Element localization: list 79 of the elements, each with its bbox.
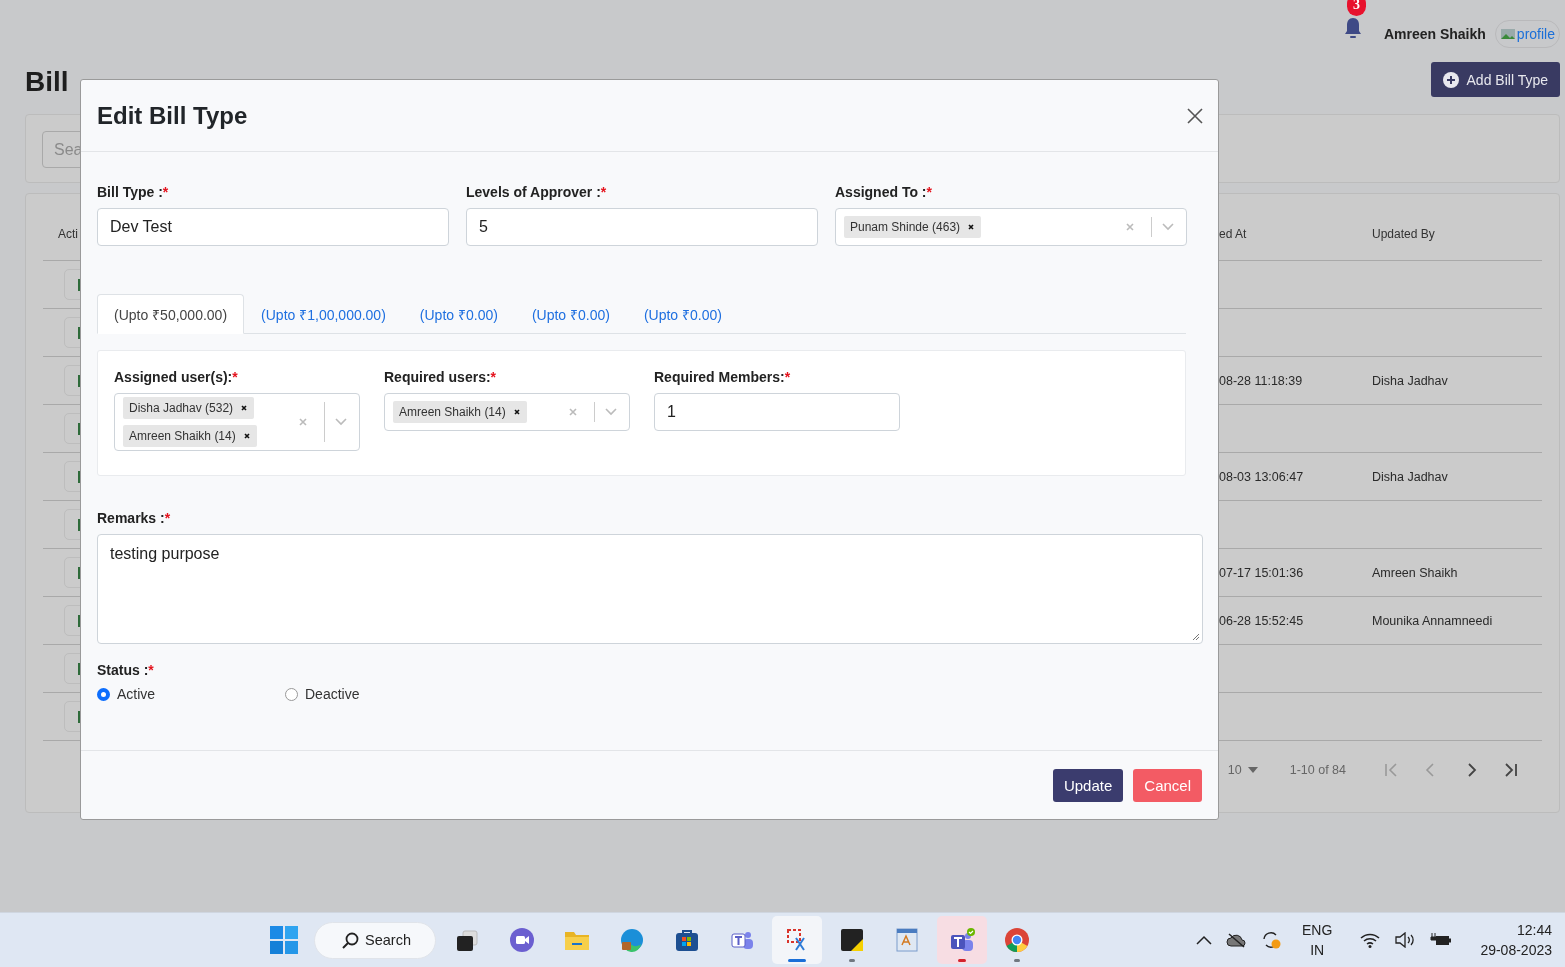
caret-down-icon <box>1247 767 1258 773</box>
field-label: Bill Type :* <box>97 184 170 200</box>
region-code: IN <box>1310 941 1325 960</box>
close-icon <box>1187 107 1203 124</box>
sticky-note-icon <box>839 927 865 953</box>
multi-select[interactable]: Disha Jadhav (532) Amreen Shaikh (14) <box>114 393 360 451</box>
input-field[interactable]: Dev Test <box>97 208 449 246</box>
add-bill-type-button[interactable]: Add Bill Type <box>1430 62 1560 97</box>
radio-label: Deactive <box>305 686 360 702</box>
table-cell: Disha Jadhav <box>1372 373 1448 388</box>
document-icon <box>894 927 920 953</box>
notification-badge: 3 <box>1346 0 1366 16</box>
selected-chip[interactable]: Amreen Shaikh (14) <box>393 401 527 423</box>
field-label: Assigned To :* <box>835 184 933 200</box>
browser-icon <box>619 927 645 953</box>
table-cell: Amreen Shaikh <box>1372 565 1458 580</box>
tab[interactable]: (Upto ₹1,00,000.00) <box>244 294 403 334</box>
tab[interactable]: (Upto ₹50,000.00) <box>97 294 245 334</box>
language-code: ENG <box>1302 921 1333 940</box>
clock[interactable]: 12:44 29-08-2023 <box>1480 920 1552 960</box>
table-cell: Disha Jadhav <box>1372 469 1448 484</box>
sync-icon[interactable] <box>1260 930 1283 950</box>
field-label: Remarks :* <box>97 510 172 526</box>
clock-date: 29-08-2023 <box>1480 941 1552 960</box>
search-button[interactable]: Search <box>314 921 436 959</box>
field-label: Required users:* <box>384 369 498 385</box>
browser-icon <box>1004 927 1030 953</box>
modal-title: Edit Bill Type <box>97 101 248 130</box>
remove-icon[interactable] <box>512 408 521 416</box>
volume-icon[interactable] <box>1394 932 1417 948</box>
field-label: Levels of Approver :* <box>466 184 608 200</box>
close-button[interactable] <box>1187 107 1203 124</box>
page-size-select[interactable]: 10 <box>1227 763 1258 777</box>
remove-icon[interactable] <box>967 223 976 231</box>
remove-icon[interactable] <box>242 432 251 440</box>
column-header: Updated By <box>1372 194 1542 261</box>
table-cell: Mounika Annamneedi <box>1372 613 1493 628</box>
cloud-off-icon[interactable] <box>1226 932 1247 948</box>
input-field[interactable]: 1 <box>654 393 900 431</box>
page-range: 1-10 of 84 <box>1289 763 1346 777</box>
store-icon <box>674 927 700 953</box>
resize-grip-icon[interactable] <box>1192 633 1200 641</box>
search-icon <box>342 931 359 949</box>
task-view-icon <box>454 927 480 953</box>
clock-time: 12:44 <box>1516 921 1552 940</box>
radio-label: Active <box>117 686 156 702</box>
remove-icon[interactable] <box>240 404 249 412</box>
radio-button[interactable] <box>97 687 110 701</box>
tab[interactable]: (Upto ₹0.00) <box>402 294 515 334</box>
last-page-icon[interactable] <box>1502 761 1520 779</box>
broken-image-icon <box>1499 26 1516 41</box>
video-chat-icon <box>509 927 535 953</box>
user-name: Amreen Shaikh <box>1383 25 1486 42</box>
field-label: Status :* <box>97 662 155 678</box>
table-cell: 08-03 13:06:47 <box>1219 469 1304 484</box>
team-chat-icon <box>949 927 975 953</box>
remarks-textarea[interactable]: testing purpose <box>97 534 1203 644</box>
tab[interactable]: (Upto ₹0.00) <box>626 294 739 334</box>
selected-chip[interactable]: Disha Jadhav (532) <box>123 397 255 419</box>
table-cell: 08-28 11:18:39 <box>1219 373 1303 388</box>
windows-icon <box>269 925 299 955</box>
language-indicator[interactable]: ENG IN <box>1302 920 1333 960</box>
plus-circle-icon <box>1442 71 1459 88</box>
field-label: Assigned user(s):* <box>114 369 239 385</box>
chevron-up-icon[interactable] <box>1196 935 1213 945</box>
page-title: Bill <box>25 68 69 96</box>
update-button[interactable]: Update <box>1052 768 1124 802</box>
table-cell: 06-28 15:52:45 <box>1219 613 1304 628</box>
selected-chip[interactable]: Amreen Shaikh (14) <box>123 425 257 447</box>
selected-chip[interactable]: Punam Shinde (463) <box>844 216 982 238</box>
multi-select[interactable]: Punam Shinde (463) <box>835 208 1187 246</box>
table-cell: 07-17 15:01:36 <box>1219 565 1304 580</box>
field-label: Required Members:* <box>654 369 792 385</box>
radio-button[interactable] <box>285 687 298 701</box>
tab[interactable]: (Upto ₹0.00) <box>514 294 627 334</box>
input-field[interactable]: 5 <box>466 208 818 246</box>
wifi-icon[interactable] <box>1360 932 1381 948</box>
multi-select[interactable]: Amreen Shaikh (14) <box>384 393 630 431</box>
battery-icon[interactable] <box>1430 932 1453 948</box>
